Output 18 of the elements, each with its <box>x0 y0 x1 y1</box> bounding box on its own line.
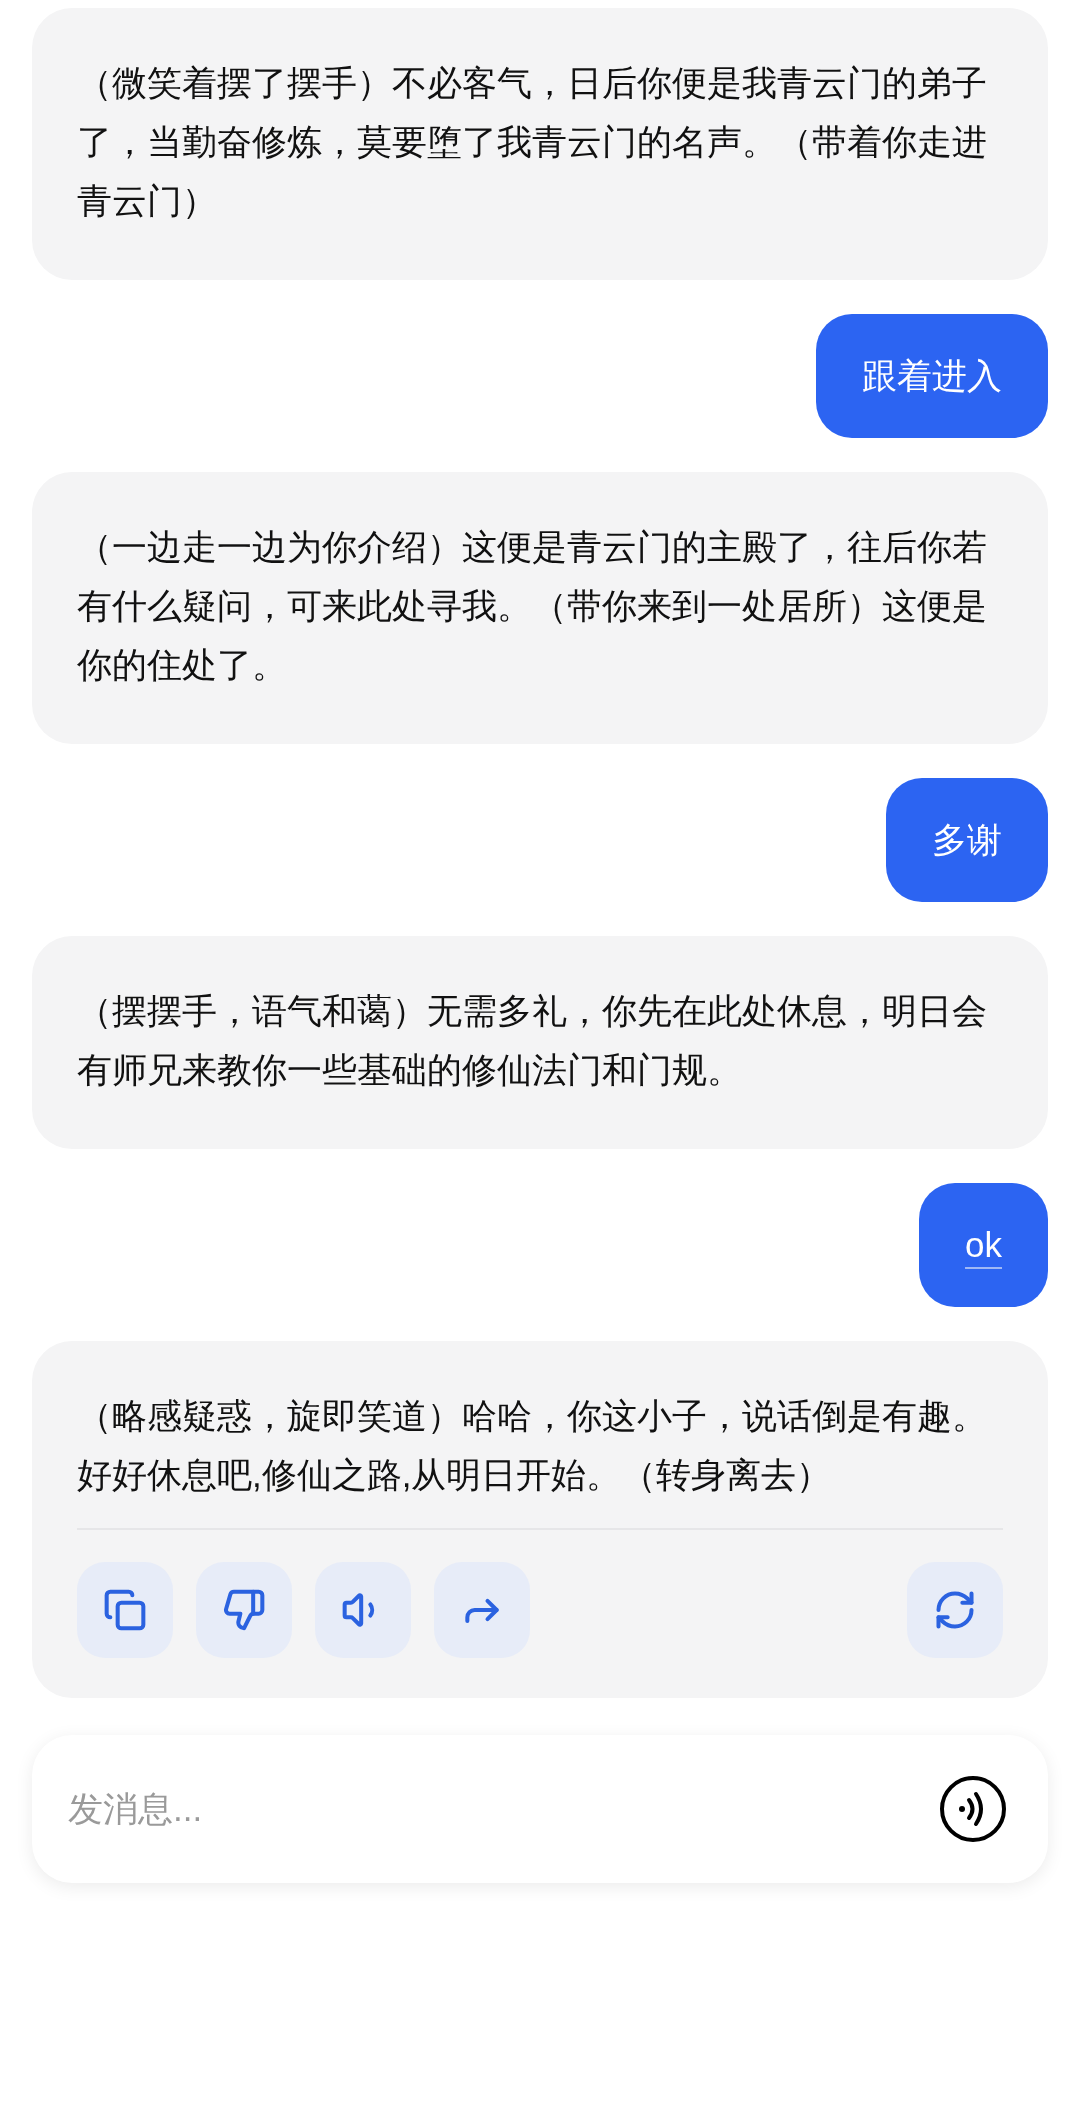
read-aloud-button[interactable] <box>315 1562 411 1658</box>
copy-icon <box>103 1588 147 1632</box>
message-input[interactable]: 发消息... <box>68 1782 938 1836</box>
copy-button[interactable] <box>77 1562 173 1658</box>
bot-message-text: （摆摆手，语气和蔼）无需多礼，你先在此处休息，明日会有师兄来教你一些基础的修仙法门和门规。 <box>77 990 988 1091</box>
regenerate-button[interactable] <box>907 1562 1003 1658</box>
thumbs-down-icon <box>222 1588 266 1632</box>
user-message-text: 跟着进入 <box>862 355 1002 397</box>
bot-message-text: （略感疑惑，旋即笑道）哈哈，你这小子，说话倒是有趣。好好休息吧,修仙之路,从明日开始。（转身离去） <box>77 1395 988 1496</box>
share-button[interactable] <box>434 1562 530 1658</box>
message-input-bar[interactable]: 发消息... <box>32 1735 1048 1883</box>
bot-message-text: （一边走一边为你介绍）这便是青云门的主殿了，往后你若有什么疑问，可来此处寻我。（带你来到一处居所）这便是你的住处了。 <box>77 526 988 686</box>
dislike-button[interactable] <box>196 1562 292 1658</box>
bot-message-text: （微笑着摆了摆手）不必客气，日后你便是我青云门的弟子了，当勤奋修炼，莫要堕了我青云门的名声。（带着你走进青云门） <box>77 62 988 222</box>
voice-call-icon[interactable] <box>938 1774 1008 1844</box>
refresh-icon <box>933 1588 977 1632</box>
user-message-text: ok <box>965 1224 1002 1266</box>
user-message-text: 多谢 <box>932 819 1002 861</box>
